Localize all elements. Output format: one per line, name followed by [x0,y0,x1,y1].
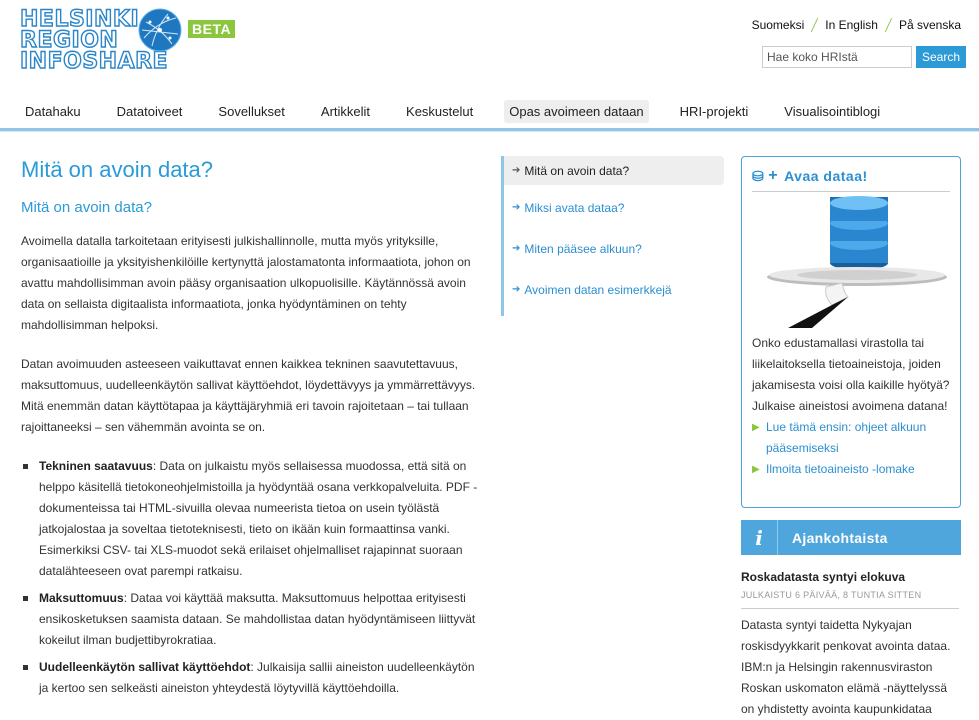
language-switcher: Suomeksi In English På svenska [752,18,961,32]
search-button[interactable]: Search [916,46,967,68]
main-content: Mitä on avoin data? Mitä on avoin data? … [21,155,483,705]
subnav-item-miksi[interactable]: ➔ Miksi avata dataa? [504,193,724,222]
news-item-body: Datasta syntyi taidetta Nykyajan roskisd… [741,618,951,716]
paragraph: Datan avoimuuden asteeseen vaikuttavat e… [21,357,476,434]
news-item: Roskadatasta syntyi elokuva JULKAISTU 6 … [741,568,959,720]
site-logo[interactable]: HELSINKI REGION INFOSHARE BETA [19,8,240,78]
triangle-right-icon: ▶ [752,422,760,433]
nav-item-hri-projekti[interactable]: HRI-projekti [675,100,754,123]
paragraph: Avoimella datalla tarkoitetaan erityises… [21,234,471,332]
list-item-term: Maksuttomuus [39,591,124,605]
nav-item-sovellukset[interactable]: Sovellukset [213,100,289,123]
arrow-right-icon: ➔ [512,202,521,213]
nav-divider-shadow [0,131,979,132]
page-title: Mitä on avoin data? [21,157,214,182]
open-data-heading[interactable]: ⛁ + Avaa dataa! [752,167,950,192]
globe-icon [138,8,182,52]
nav-item-visualisointiblogi[interactable]: Visualisointiblogi [779,100,885,123]
triangle-right-icon: ▶ [752,464,760,475]
news-item-title[interactable]: Roskadatasta syntyi elokuva [741,570,905,584]
nav-item-opas[interactable]: Opas avoimeen dataan [504,100,649,123]
list-item-term: Uudelleenkäytön sallivat käyttöehdot [39,660,251,674]
lang-swedish[interactable]: På svenska [899,18,961,32]
link-label: Ilmoita tietoaineisto -lomake [766,462,915,476]
open-data-link-form[interactable]: ▶ Ilmoita tietoaineisto -lomake [752,459,954,480]
subnav-item-mita-on[interactable]: ➔ Mitä on avoin data? [504,156,724,185]
search-form: Search [762,46,967,68]
arrow-right-icon: ➔ [512,284,521,295]
list-item: Maksuttomuus: Dataa voi käyttää maksutta… [23,588,483,651]
nav-item-datatoiveet[interactable]: Datatoiveet [112,100,188,123]
lang-english[interactable]: In English [825,18,878,32]
open-data-title: Avaa dataa! [784,168,868,184]
subnav-item-miten[interactable]: ➔ Miten pääsee alkuun? [504,234,724,263]
list-item-term: Tekninen saatavuus [39,459,153,473]
info-icon: i [741,520,778,555]
list-item-text: : Data on julkaistu myös sellaisessa muo… [39,459,478,578]
beta-badge: BETA [188,20,236,38]
arrow-right-icon: ➔ [512,165,521,176]
search-input[interactable] [762,46,912,68]
subnav-label: Miten pääsee alkuun? [524,241,642,256]
logo-line: INFOSHARE [19,49,169,74]
database-tray-illustration [767,196,947,328]
criteria-list: Tekninen saatavuus: Data on julkaistu my… [21,456,483,699]
nav-item-datahaku[interactable]: Datahaku [20,100,86,123]
section-heading: Mitä on avoin data? [21,199,152,216]
plus-icon: + [768,167,779,184]
database-icon: ⛁ [752,167,765,184]
lang-finnish[interactable]: Suomeksi [752,18,805,32]
nav-item-artikkelit[interactable]: Artikkelit [316,100,375,123]
list-item: Uudelleenkäytön sallivat käyttöehdot: Ju… [23,657,483,699]
subnav-label: Avoimen datan esimerkkejä [524,282,672,297]
news-heading: Ajankohtaista [792,529,888,546]
open-data-link-guide[interactable]: ▶ Lue tämä ensin: ohjeet alkuun pääsemis… [752,417,954,459]
lang-divider [884,18,893,32]
lang-divider [810,18,819,32]
open-data-box: ⛁ + Avaa dataa! Onko edustamallasi viras… [741,156,961,508]
list-item: Tekninen saatavuus: Data on julkaistu my… [23,456,483,582]
subnav-label: Mitä on avoin data? [524,163,630,178]
news-divider [741,608,959,609]
nav-item-keskustelut[interactable]: Keskustelut [401,100,478,123]
arrow-right-icon: ➔ [512,243,521,254]
news-item-meta: JULKAISTU 6 PÄIVÄÄ, 8 TUNTIA SITTEN [741,590,922,600]
link-label: Lue tämä ensin: ohjeet alkuun pääsemisek… [766,420,927,455]
news-header: i Ajankohtaista [741,520,961,555]
subnav-item-esimerkkeja[interactable]: ➔ Avoimen datan esimerkkejä [504,275,724,304]
open-data-text-block: Onko edustamallasi virastolla tai liikel… [752,333,954,480]
open-data-description: Onko edustamallasi virastolla tai liikel… [752,336,950,413]
guide-subnav: ➔ Mitä on avoin data? ➔ Miksi avata data… [501,156,724,316]
main-nav: Datahaku Datatoiveet Sovellukset Artikke… [20,100,911,123]
subnav-label: Miksi avata dataa? [524,200,625,215]
